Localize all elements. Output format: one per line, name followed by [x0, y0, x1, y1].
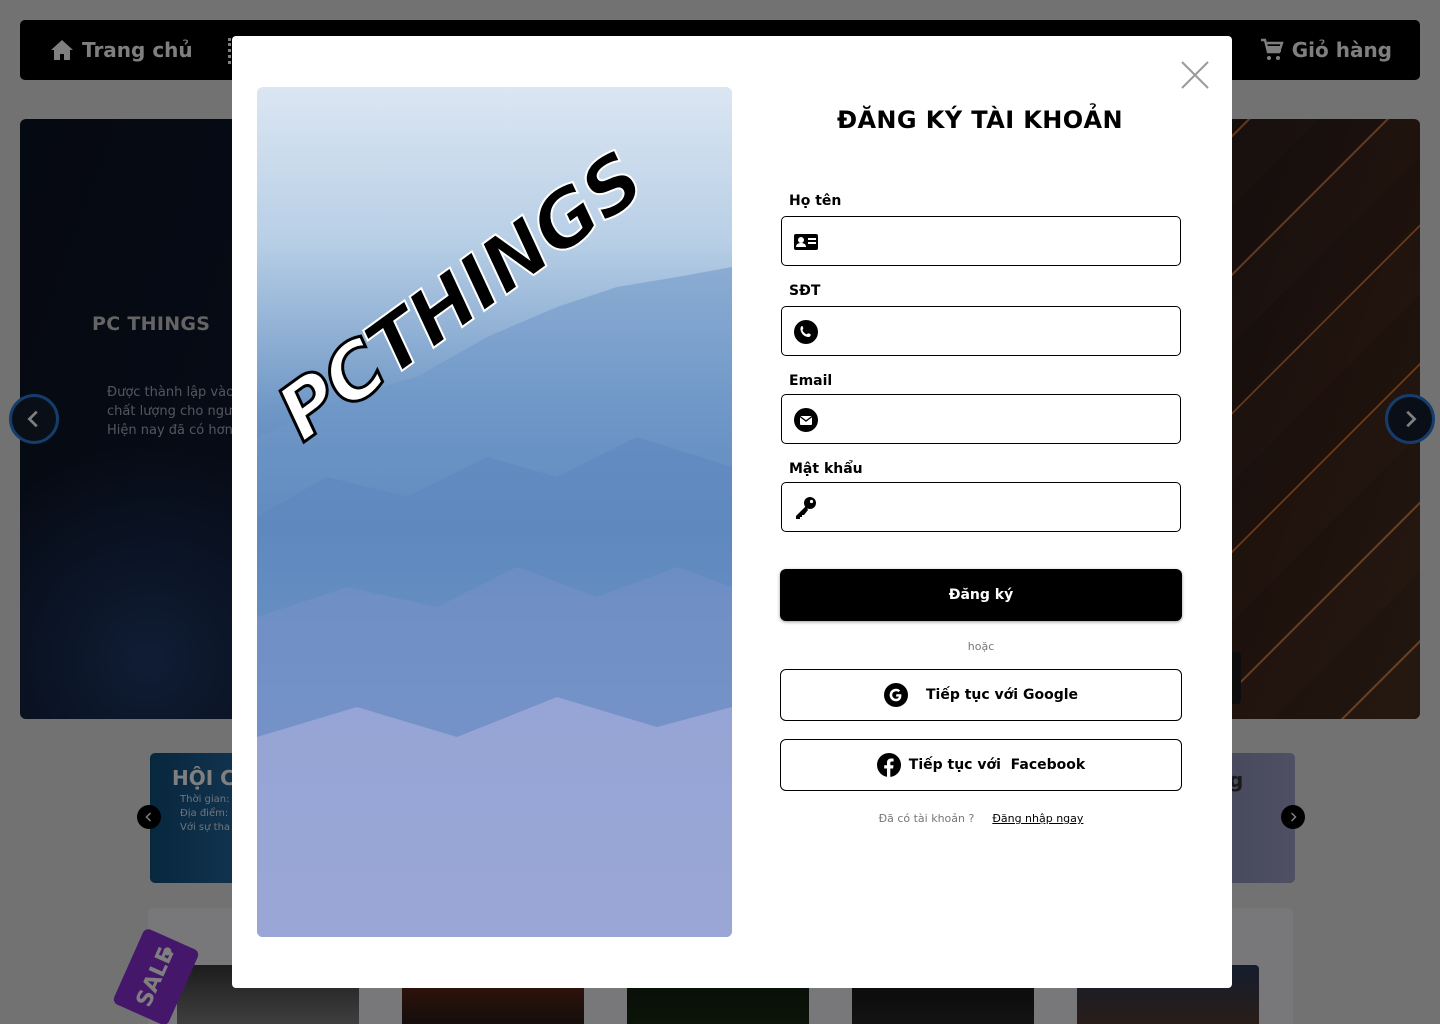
password-label: Mật khẩu — [789, 461, 863, 477]
google-login-label: Tiếp tục với Google — [925, 687, 1079, 703]
fullname-input[interactable] — [830, 217, 1170, 265]
have-account-text: Đã có tài khoản ? — [878, 812, 975, 825]
google-icon — [883, 683, 908, 707]
close-icon — [1181, 61, 1209, 89]
phone-field[interactable] — [781, 306, 1181, 356]
close-button[interactable] — [1180, 60, 1210, 90]
password-input[interactable] — [830, 483, 1170, 531]
brand-image: PCTHINGS — [257, 87, 732, 937]
login-link[interactable]: Đăng nhập ngay — [992, 812, 1083, 825]
facebook-login-button[interactable]: Tiếp tục với Facebook — [780, 739, 1182, 791]
key-icon — [793, 495, 819, 521]
email-input[interactable] — [830, 395, 1170, 443]
id-card-icon — [793, 229, 819, 255]
password-field[interactable] — [781, 482, 1181, 532]
phone-icon — [793, 319, 819, 345]
register-modal: PCTHINGS ĐĂNG KÝ TÀI KHOẢN Họ tên SĐT Em… — [232, 36, 1232, 988]
fullname-field[interactable] — [781, 216, 1181, 266]
envelope-icon — [793, 407, 819, 433]
login-prompt: Đã có tài khoản ? Đăng nhập ngay — [780, 812, 1182, 825]
email-label: Email — [789, 373, 833, 389]
or-divider-text: hoặc — [967, 640, 995, 653]
email-field[interactable] — [781, 394, 1181, 444]
fullname-label: Họ tên — [789, 193, 842, 209]
form-title: ĐĂNG KÝ TÀI KHOẢN — [836, 106, 1124, 134]
facebook-icon — [876, 753, 901, 777]
google-login-button[interactable]: Tiếp tục với Google — [780, 669, 1182, 721]
register-button[interactable]: Đăng ký — [780, 569, 1182, 621]
phone-input[interactable] — [830, 307, 1170, 355]
facebook-login-label: Tiếp tục với Facebook — [908, 757, 1086, 773]
phone-label: SĐT — [789, 283, 821, 299]
